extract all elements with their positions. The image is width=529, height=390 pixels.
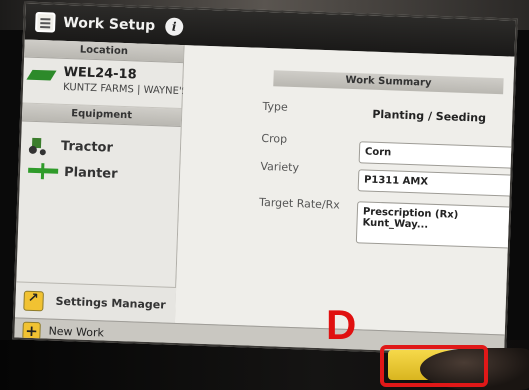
type-value: Planting / Seeding xyxy=(372,107,487,125)
location-sub: KUNTZ FARMS | WAYNE'S xyxy=(62,81,189,98)
field-icon xyxy=(26,69,57,81)
equipment-label: Planter xyxy=(63,164,118,182)
location-name: WEL24-18 xyxy=(63,64,137,83)
work-setup-icon xyxy=(34,11,56,33)
info-icon[interactable]: i xyxy=(164,17,184,37)
crop-field[interactable]: Corn xyxy=(358,141,516,169)
variety-field[interactable]: P1311 AMX xyxy=(357,169,515,197)
planter-icon xyxy=(28,163,59,180)
crop-label: Crop xyxy=(261,131,288,146)
work-summary-header: Work Summary xyxy=(273,70,504,95)
settings-manager-label: Settings Manager xyxy=(55,294,166,312)
annotation-highlight-box xyxy=(380,345,488,387)
target-rate-label: Target Rate/Rx xyxy=(258,195,340,212)
type-label: Type xyxy=(262,99,289,114)
equipment-item-planter[interactable]: Planter xyxy=(20,157,180,189)
plus-icon[interactable]: + xyxy=(22,321,41,340)
target-rate-field[interactable]: Prescription (Rx) Kunt_Way... xyxy=(355,201,514,249)
display-screen: Work Setup i Location WEL24-18 KUNTZ FAR… xyxy=(12,1,518,357)
window-title: Work Setup xyxy=(63,14,156,35)
annotation-letter: D xyxy=(326,301,357,348)
settings-manager-icon xyxy=(23,290,44,311)
variety-label: Variety xyxy=(260,159,300,175)
tractor-icon xyxy=(29,136,48,155)
settings-manager-button[interactable]: Settings Manager xyxy=(15,281,177,323)
work-summary-panel: Work Summary Type Planting / Seeding Cro… xyxy=(174,45,518,335)
new-work-button[interactable]: New Work xyxy=(48,325,104,340)
equipment-label: Tractor xyxy=(60,138,114,156)
location-item[interactable]: WEL24-18 KUNTZ FARMS | WAYNE'S xyxy=(22,57,188,110)
left-panel: Location WEL24-18 KUNTZ FARMS | WAYNE'S … xyxy=(15,39,188,323)
